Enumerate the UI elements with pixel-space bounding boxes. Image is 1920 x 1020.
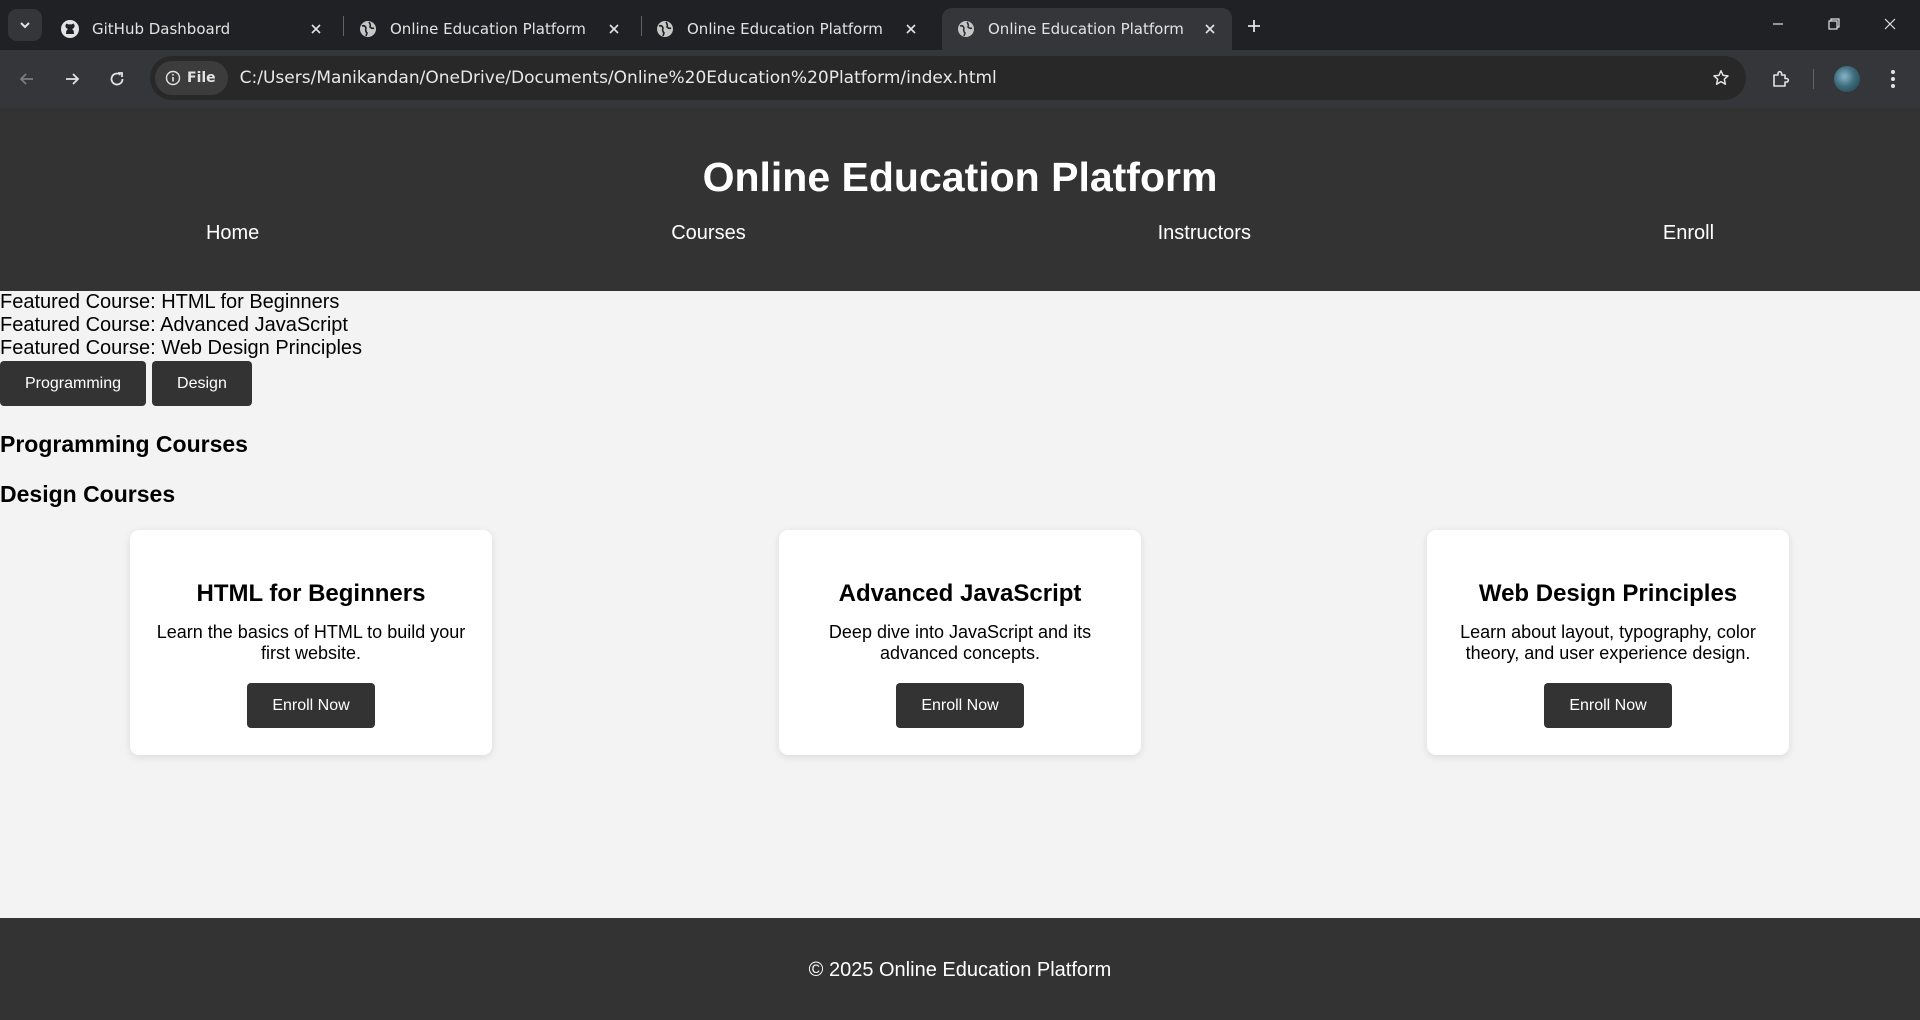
minimize-icon	[1773, 23, 1783, 25]
globe-icon	[956, 19, 976, 39]
footer-copyright: © 2025 Online Education Platform	[808, 959, 1112, 981]
browser-menu-button[interactable]	[1875, 61, 1911, 97]
featured-course-item: Featured Course: Advanced JavaScript	[0, 314, 348, 336]
course-title: HTML for Beginners	[196, 580, 426, 607]
globe-icon	[358, 19, 378, 39]
url-text[interactable]: C:/Users/Manikandan/OneDrive/Documents/O…	[240, 68, 997, 88]
featured-course-item: Featured Course: HTML for Beginners	[0, 291, 340, 313]
tab-online-education-1[interactable]: Online Education Platform	[344, 8, 636, 50]
new-tab-button[interactable]	[1240, 12, 1268, 40]
star-icon	[1713, 70, 1729, 85]
enroll-now-button[interactable]: Enroll Now	[896, 683, 1024, 728]
tab-title: GitHub Dashboard	[92, 20, 231, 38]
site-nav: Home Courses Instructors Enroll	[0, 222, 1920, 245]
site-info-chip[interactable]: File	[155, 61, 228, 95]
globe-icon	[655, 19, 675, 39]
course-card-javascript: Advanced JavaScript Deep dive into JavaS…	[779, 530, 1141, 755]
bookmark-star-button[interactable]	[1706, 63, 1736, 93]
nav-link-home[interactable]: Home	[206, 222, 259, 245]
browser-toolbar: File C:/Users/Manikandan/OneDrive/Docume…	[0, 50, 1920, 108]
close-icon[interactable]	[899, 17, 923, 41]
close-icon[interactable]	[1198, 17, 1222, 41]
close-window-button[interactable]	[1862, 0, 1918, 48]
featured-courses-list: Featured Course: HTML for Beginners Feat…	[0, 291, 1920, 360]
forward-button[interactable]	[54, 61, 90, 97]
minimize-button[interactable]	[1750, 0, 1806, 48]
course-description: Deep dive into JavaScript and its advanc…	[828, 622, 1092, 663]
course-title: Web Design Principles	[1478, 580, 1738, 607]
tab-online-education-active[interactable]: Online Education Platform	[942, 8, 1232, 50]
category-buttons: Programming Design	[0, 361, 1920, 406]
tab-title: Online Education Platform	[390, 20, 586, 38]
enroll-now-button[interactable]: Enroll Now	[1544, 683, 1672, 728]
info-icon	[165, 70, 181, 86]
restore-icon	[1828, 18, 1840, 30]
reload-icon	[110, 72, 124, 86]
reload-button[interactable]	[99, 61, 135, 97]
arrow-right-icon	[66, 73, 80, 85]
avatar	[1834, 66, 1860, 92]
close-icon[interactable]	[304, 17, 328, 41]
web-page: Online Education Platform Home Courses I…	[0, 108, 1920, 1020]
profile-button[interactable]	[1829, 61, 1865, 97]
close-icon[interactable]	[602, 17, 626, 41]
featured-course-item: Featured Course: Web Design Principles	[0, 337, 363, 359]
tab-strip: GitHub Dashboard Online Education Platfo…	[0, 0, 1920, 50]
tab-title: Online Education Platform	[687, 20, 883, 38]
site-title: Online Education Platform	[702, 154, 1218, 200]
course-description: Learn about layout, typography, color th…	[1460, 622, 1756, 663]
close-icon	[1884, 18, 1896, 30]
tab-github-dashboard[interactable]: GitHub Dashboard	[46, 8, 338, 50]
design-button[interactable]: Design	[152, 361, 252, 406]
chevron-down-icon	[20, 22, 30, 29]
tab-title: Online Education Platform	[988, 20, 1184, 38]
course-title: Advanced JavaScript	[838, 580, 1082, 607]
toolbar-divider	[1813, 69, 1814, 89]
enroll-now-button[interactable]: Enroll Now	[247, 683, 375, 728]
back-button[interactable]	[9, 61, 45, 97]
programming-button[interactable]: Programming	[0, 361, 147, 406]
course-description: Learn the basics of HTML to build your f…	[156, 622, 466, 663]
course-card-web-design: Web Design Principles Learn about layout…	[1427, 530, 1789, 755]
nav-link-enroll[interactable]: Enroll	[1663, 222, 1714, 245]
arrow-left-icon	[19, 73, 33, 85]
nav-link-instructors[interactable]: Instructors	[1158, 222, 1251, 245]
course-card-html: HTML for Beginners Learn the basics of H…	[130, 530, 492, 755]
restore-button[interactable]	[1806, 0, 1862, 48]
nav-link-courses[interactable]: Courses	[671, 222, 745, 245]
puzzle-icon	[1773, 70, 1790, 87]
tab-search-button[interactable]	[8, 9, 42, 41]
programming-courses-heading: Programming Courses	[0, 431, 248, 457]
tab-online-education-2[interactable]: Online Education Platform	[641, 8, 933, 50]
plus-icon	[1248, 20, 1260, 32]
github-icon	[60, 19, 80, 39]
more-vertical-icon	[1891, 70, 1895, 88]
course-cards: HTML for Beginners Learn the basics of H…	[0, 530, 1920, 755]
site-footer: © 2025 Online Education Platform	[0, 918, 1920, 1020]
address-bar[interactable]: File C:/Users/Manikandan/OneDrive/Docume…	[150, 56, 1746, 100]
design-courses-heading: Design Courses	[0, 481, 176, 507]
site-header: Online Education Platform Home Courses I…	[0, 108, 1920, 291]
extensions-button[interactable]	[1763, 61, 1799, 97]
site-chip-label: File	[187, 70, 216, 86]
